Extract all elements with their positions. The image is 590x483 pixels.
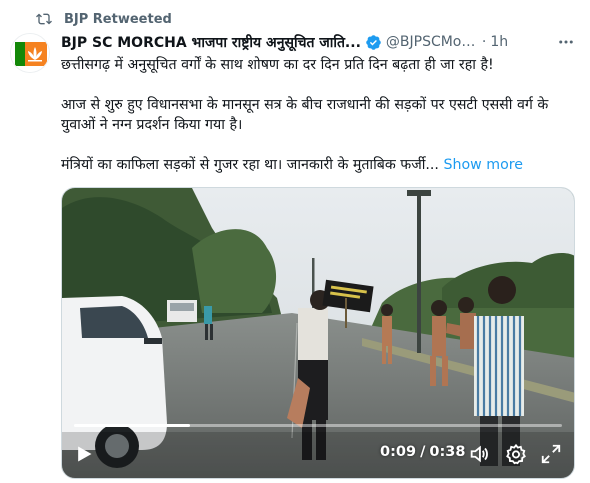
tweet-timestamp[interactable]: 1h: [490, 34, 508, 50]
video-progress-fill: [74, 424, 190, 427]
volume-icon[interactable]: [468, 443, 490, 465]
video-time-readout: 0:09 / 0:38: [380, 444, 465, 460]
video-progress-bar[interactable]: [74, 424, 562, 427]
fullscreen-icon[interactable]: [540, 443, 562, 465]
bjp-lotus-flag-avatar[interactable]: [10, 33, 50, 73]
tweet-paragraph: आज से शुरु हुए विधानसभा के मानसून सत्र क…: [61, 97, 549, 133]
time-separator: /: [420, 444, 426, 460]
video-player[interactable]: 0:09 / 0:38: [61, 187, 575, 479]
retweet-label: BJP Retweeted: [64, 11, 172, 27]
show-more-link[interactable]: Show more: [443, 157, 523, 173]
author-handle[interactable]: @BJPSCMor...: [386, 34, 478, 50]
video-current-time: 0:09: [380, 444, 417, 460]
tweet-header: BJP SC MORCHA भाजपा राष्ट्रीय अनुसूचित ज…: [61, 31, 581, 53]
settings-gear-icon[interactable]: [505, 443, 527, 465]
tweet-paragraph: छत्तीसगढ़ में अनुसूचित वर्गों के साथ शोष…: [61, 57, 494, 73]
more-options-icon[interactable]: [557, 33, 575, 51]
retweet-indicator[interactable]: BJP Retweeted: [36, 9, 172, 29]
tweet-paragraph-text: मंत्रियों का काफिला सड़कों से गुजर रहा थ…: [61, 157, 439, 173]
tweet-body: छत्तीसगढ़ में अनुसूचित वर्गों के साथ शोष…: [61, 55, 561, 175]
tweet-paragraph-truncated: मंत्रियों का काफिला सड़कों से गुजर रहा थ…: [61, 155, 561, 175]
author-display-name[interactable]: BJP SC MORCHA भाजपा राष्ट्रीय अनुसूचित ज…: [61, 33, 361, 52]
video-controls: 0:09 / 0:38: [62, 430, 574, 478]
retweet-icon: [36, 11, 52, 27]
verified-badge-icon: [365, 34, 382, 51]
video-duration: 0:38: [429, 444, 466, 460]
play-icon[interactable]: [74, 444, 94, 464]
separator-dot: ·: [481, 34, 487, 50]
